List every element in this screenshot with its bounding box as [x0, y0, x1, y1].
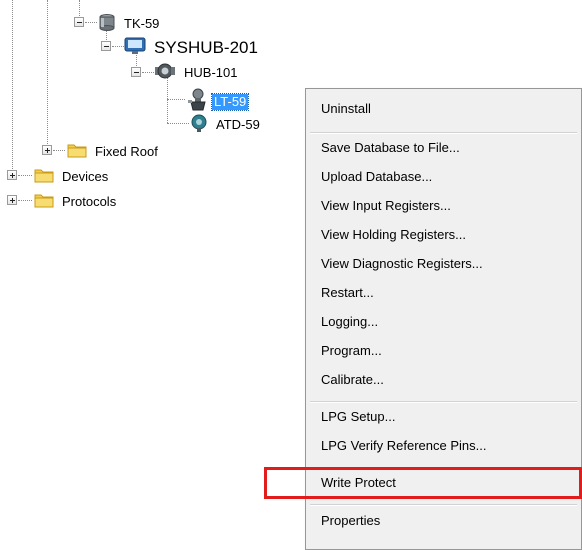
- tree-node-label: HUB-101: [184, 64, 238, 80]
- tree-line: [142, 72, 154, 73]
- menu-item-view-holding-registers[interactable]: View Holding Registers...: [319, 225, 466, 245]
- tree-line: [12, 0, 13, 175]
- menu-item-lpg-verify-reference-pins[interactable]: LPG Verify Reference Pins...: [319, 436, 486, 456]
- tree-node-protocols[interactable]: Protocols: [34, 192, 118, 211]
- folder-icon: [34, 192, 54, 211]
- menu-item-calibrate[interactable]: Calibrate...: [319, 370, 384, 390]
- folder-icon: [34, 167, 54, 186]
- menu-separator: [310, 504, 577, 506]
- expand-fixed-roof-button[interactable]: [42, 145, 52, 155]
- tree-node-label: Protocols: [62, 193, 117, 209]
- tree-node-lt-59[interactable]: LT-59: [186, 88, 250, 115]
- tree-line: [167, 78, 168, 123]
- tree-line: [53, 150, 65, 151]
- tree-line: [47, 0, 48, 150]
- tree-node-syshub-201[interactable]: SYSHUB-201: [124, 36, 260, 59]
- expand-devices-button[interactable]: [7, 170, 17, 180]
- write-protect-highlight-box: [264, 467, 582, 499]
- level-transmitter-icon: [186, 88, 208, 115]
- menu-item-logging[interactable]: Logging...: [319, 312, 378, 332]
- tree-node-label: ATD-59: [216, 116, 260, 132]
- tree-line: [18, 200, 32, 201]
- menu-item-view-diagnostic-registers[interactable]: View Diagnostic Registers...: [319, 254, 483, 274]
- tree-line: [18, 175, 32, 176]
- tree-line: [85, 22, 97, 23]
- expand-protocols-button[interactable]: [7, 195, 17, 205]
- tree-node-label: Fixed Roof: [95, 143, 158, 159]
- hub-device-icon: [154, 62, 176, 83]
- tree-line: [112, 46, 124, 47]
- menu-item-uninstall[interactable]: Uninstall: [319, 99, 371, 119]
- collapse-tk59-button[interactable]: [74, 17, 84, 27]
- tree-node-label: LT-59: [210, 92, 250, 111]
- tree-line: [79, 0, 80, 16]
- tree-node-fixed-roof[interactable]: Fixed Roof: [67, 142, 160, 161]
- menu-separator: [310, 132, 577, 134]
- menu-item-view-input-registers[interactable]: View Input Registers...: [319, 196, 451, 216]
- tree-node-label: TK-59: [124, 15, 160, 31]
- tree-node-label: Devices: [62, 168, 109, 184]
- menu-item-program[interactable]: Program...: [319, 341, 382, 361]
- menu-item-save-database-to-file[interactable]: Save Database to File...: [319, 138, 460, 158]
- menu-separator: [310, 401, 577, 403]
- monitor-icon: [124, 36, 146, 59]
- tree-node-atd-59[interactable]: ATD-59: [190, 114, 262, 135]
- folder-icon: [67, 142, 87, 161]
- tree-node-label: SYSHUB-201: [154, 37, 258, 57]
- menu-item-upload-database[interactable]: Upload Database...: [319, 167, 432, 187]
- temperature-sensor-icon: [190, 114, 208, 135]
- menu-item-restart[interactable]: Restart...: [319, 283, 374, 303]
- collapse-hub101-button[interactable]: [131, 67, 141, 77]
- collapse-syshub-button[interactable]: [101, 41, 111, 51]
- tree-line: [167, 99, 185, 100]
- tree-node-hub-101[interactable]: HUB-101: [154, 62, 239, 83]
- tree-line: [167, 123, 189, 124]
- menu-item-properties[interactable]: Properties: [319, 511, 380, 531]
- menu-item-lpg-setup[interactable]: LPG Setup...: [319, 407, 395, 427]
- tree-node-devices[interactable]: Devices: [34, 167, 110, 186]
- tree-node-tk59[interactable]: TK-59: [98, 13, 161, 34]
- tank-icon: [98, 13, 116, 34]
